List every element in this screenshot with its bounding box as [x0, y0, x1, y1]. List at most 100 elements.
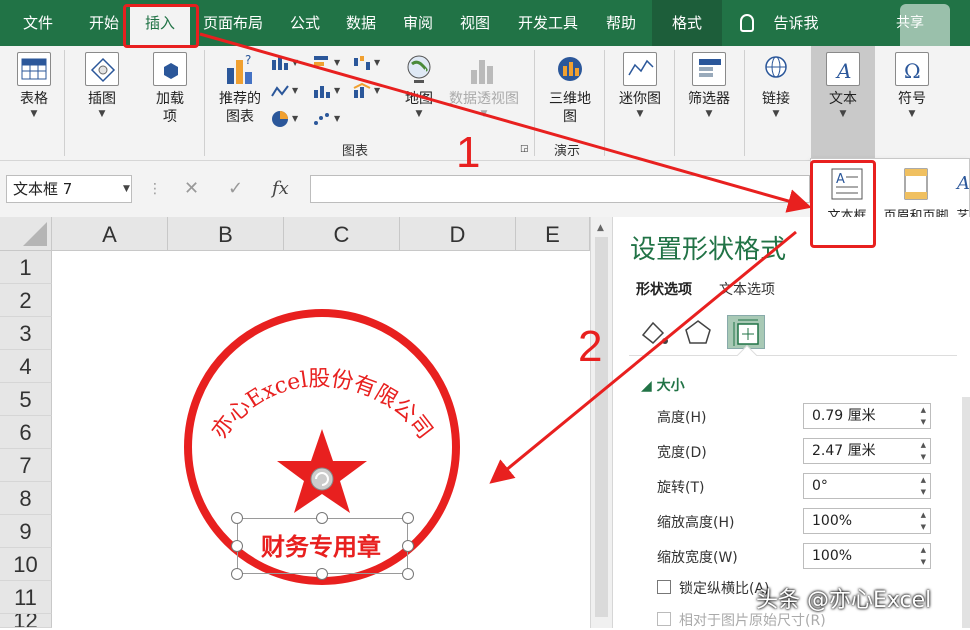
spinner-icon[interactable]: ▲ ▼	[921, 544, 926, 568]
maps-button[interactable]: 地图 ▼	[396, 52, 442, 120]
name-box[interactable]: 文本框 7 ▼	[6, 175, 132, 203]
scroll-thumb[interactable]	[595, 237, 608, 617]
pane-title: 设置形状格式	[630, 235, 787, 265]
size-section-header[interactable]: ◢ 大小	[641, 375, 685, 395]
dialog-launcher-icon[interactable]: ◲	[520, 144, 529, 154]
step-number-1: 1	[456, 128, 481, 177]
column-chart-icon[interactable]	[270, 54, 290, 72]
addins-button[interactable]: 加载 项	[148, 52, 192, 126]
scale-height-value: 100%	[812, 513, 853, 529]
spinner-icon[interactable]: ▲ ▼	[921, 439, 926, 463]
enter-icon[interactable]: ✓	[228, 175, 243, 203]
recommended-charts-button[interactable]: ? 推荐的 图表	[214, 52, 266, 126]
vertical-scrollbar[interactable]: ▲	[590, 217, 612, 628]
resize-handle[interactable]	[231, 568, 243, 580]
tell-me-search[interactable]: 告诉我	[764, 0, 828, 46]
resize-handle[interactable]	[231, 540, 243, 552]
spinner-icon[interactable]: ▲ ▼	[921, 509, 926, 533]
link-button[interactable]: 链接 ▼	[754, 52, 798, 120]
pie-chart-icon[interactable]	[270, 110, 290, 128]
chevron-down-icon: ▼	[334, 58, 341, 67]
charts-group-label: 图表	[342, 144, 369, 159]
chevron-down-icon: ▼	[772, 109, 780, 119]
tab-page-layout[interactable]: 页面布局	[198, 0, 268, 46]
lightbulb-icon	[740, 14, 754, 32]
spinner-icon[interactable]: ▲ ▼	[921, 474, 926, 498]
size-properties-icon[interactable]	[727, 315, 765, 349]
scale-height-input[interactable]: 100% ▲ ▼	[803, 508, 931, 534]
3d-map-button[interactable]: 三维地 图	[546, 52, 594, 126]
fill-line-icon[interactable]	[635, 315, 673, 349]
stamp-label[interactable]: 财务专用章	[246, 527, 396, 562]
addins-label-1: 加载	[156, 91, 184, 107]
format-shape-pane: 设置形状格式 形状选项 文本选项 ◢ 大小 高度(H) 0.79 厘米 ▲ ▼ 宽度…	[612, 217, 970, 629]
scroll-up-icon[interactable]: ▲	[597, 223, 604, 233]
chevron-down-icon: ▼	[705, 109, 713, 119]
symbols-button[interactable]: Ω 符号 ▼	[890, 52, 934, 120]
sparklines-button[interactable]: 迷你图 ▼	[616, 52, 664, 120]
cancel-icon[interactable]: ✕	[184, 175, 199, 203]
tab-text-options[interactable]: 文本选项	[719, 279, 775, 299]
combo-chart-icon[interactable]	[352, 82, 372, 100]
pane-scrollbar[interactable]	[962, 397, 970, 628]
fx-icon[interactable]: fx	[272, 175, 289, 203]
tab-developer[interactable]: 开发工具	[508, 0, 588, 46]
formula-input[interactable]	[310, 175, 810, 203]
tab-formulas[interactable]: 公式	[278, 0, 332, 46]
chevron-down-icon[interactable]: ▼	[123, 176, 130, 202]
height-input[interactable]: 0.79 厘米 ▲ ▼	[803, 403, 931, 429]
sparkline-icon	[623, 52, 657, 86]
spreadsheet-grid: A B C D E 1 2 3 4 5 6 7 8 9 10 11 12 ▲ 亦…	[0, 217, 612, 628]
pivot-chart-icon	[467, 52, 501, 86]
header-footer-menu-item[interactable]: 页眉和页脚	[875, 159, 957, 224]
tab-review[interactable]: 审阅	[391, 0, 445, 46]
scatter-chart-icon[interactable]	[312, 110, 332, 128]
relative-original-checkbox[interactable]	[657, 612, 671, 626]
effects-pentagon-icon[interactable]	[679, 315, 717, 349]
tab-help[interactable]: 帮助	[594, 0, 648, 46]
rotation-value: 0°	[812, 478, 828, 494]
statistic-chart-icon[interactable]	[312, 82, 332, 100]
chevron-down-icon: ▼	[908, 109, 916, 119]
tab-format[interactable]: 格式	[652, 0, 722, 46]
highlight-insert-tab	[123, 4, 199, 48]
rotate-handle-icon[interactable]	[310, 467, 334, 491]
svg-text:?: ?	[245, 53, 251, 67]
resize-handle[interactable]	[231, 512, 243, 524]
chevron-down-icon: ▼	[480, 109, 488, 119]
share-button[interactable]: 共享	[896, 0, 924, 46]
resize-handle[interactable]	[402, 568, 414, 580]
width-input[interactable]: 2.47 厘米 ▲ ▼	[803, 438, 931, 464]
tab-shape-options[interactable]: 形状选项	[636, 279, 692, 299]
step-number-2: 2	[578, 322, 603, 371]
waterfall-chart-icon[interactable]	[352, 54, 372, 72]
wordart-menu-item[interactable]: A 艺	[953, 159, 970, 224]
spinner-icon[interactable]: ▲ ▼	[921, 404, 926, 428]
rotation-input[interactable]: 0° ▲ ▼	[803, 473, 931, 499]
separator	[744, 50, 745, 156]
table-button[interactable]: 表格 ▼	[12, 52, 56, 120]
width-label: 宽度(D)	[657, 445, 707, 461]
scale-width-input[interactable]: 100% ▲ ▼	[803, 543, 931, 569]
slicer-button[interactable]: 筛选器 ▼	[684, 52, 734, 120]
resize-handle[interactable]	[316, 512, 328, 524]
resize-handle[interactable]	[402, 540, 414, 552]
lock-ratio-checkbox[interactable]	[657, 580, 671, 594]
line-chart-icon[interactable]	[270, 82, 290, 100]
pivot-chart-button[interactable]: 数据透视图 ▼	[446, 52, 522, 120]
text-button[interactable]: A 文本 ▼	[811, 46, 875, 158]
tab-view[interactable]: 视图	[448, 0, 502, 46]
tab-file[interactable]: 文件	[10, 0, 66, 46]
resize-handle[interactable]	[316, 568, 328, 580]
width-value: 2.47 厘米	[812, 443, 876, 459]
divider	[629, 355, 957, 356]
text-a-icon: A	[826, 52, 860, 86]
resize-handle[interactable]	[402, 512, 414, 524]
bar-chart-icon[interactable]	[312, 54, 332, 72]
chevron-down-icon: ▼	[292, 114, 299, 123]
chevron-down-icon: ▼	[334, 114, 341, 123]
illustrations-button[interactable]: 插图 ▼	[80, 52, 124, 120]
tab-data[interactable]: 数据	[334, 0, 388, 46]
tours-group-label: 演示	[554, 144, 581, 159]
scale-width-label: 缩放宽度(W)	[657, 550, 738, 566]
